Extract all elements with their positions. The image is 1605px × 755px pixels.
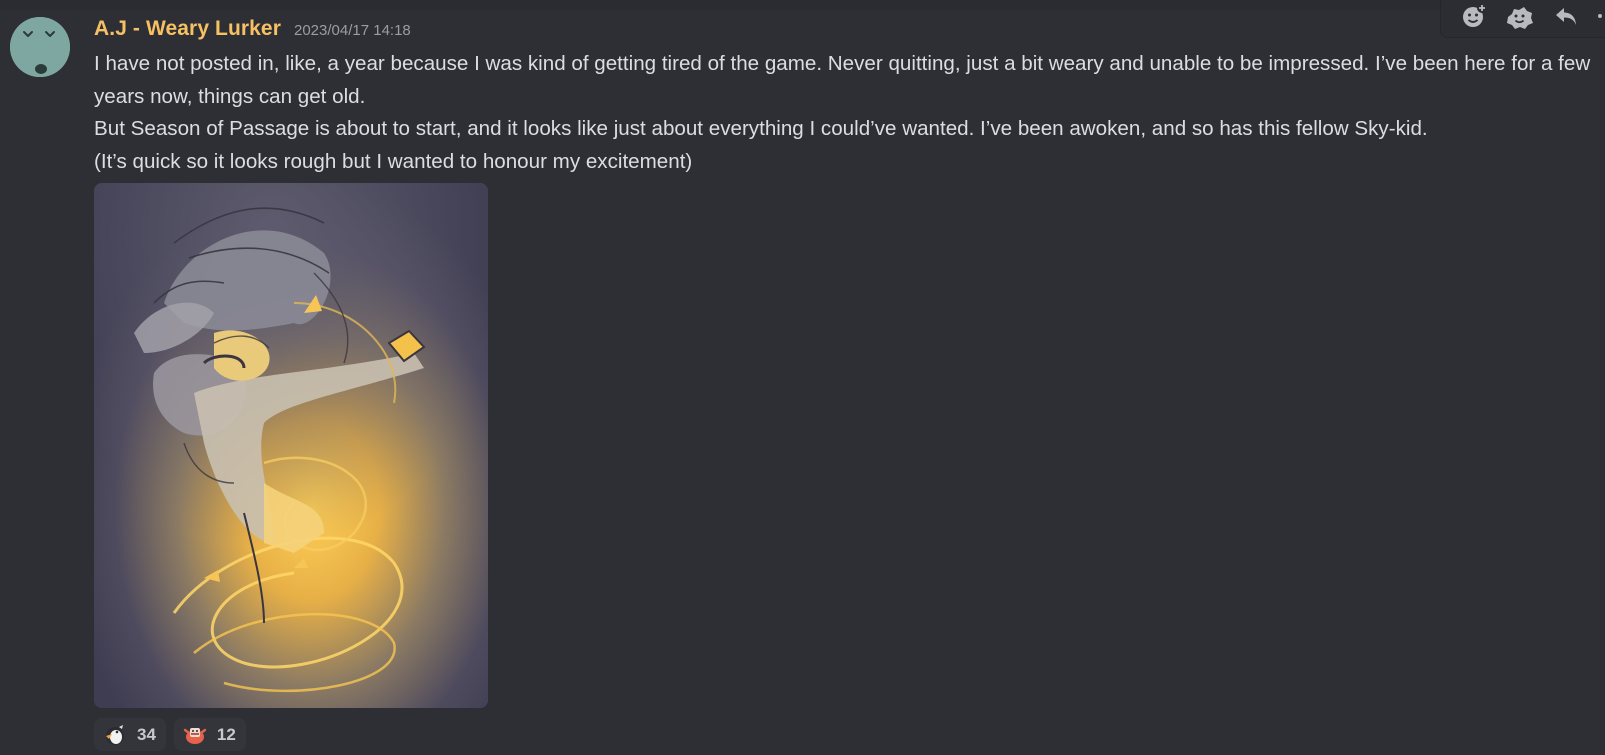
crab-emoji-icon — [183, 727, 207, 744]
add-reaction-button[interactable] — [1451, 0, 1497, 34]
add-reaction-icon — [1463, 3, 1487, 27]
message-actions-toolbar — [1440, 0, 1605, 38]
super-reaction-icon — [1507, 7, 1533, 29]
message-header: A.J - Weary Lurker 2023/04/17 14:18 — [94, 17, 411, 47]
avatar[interactable] — [10, 17, 70, 77]
timestamp[interactable]: 2023/04/17 14:18 — [294, 22, 411, 39]
reply-button[interactable] — [1543, 0, 1589, 34]
artwork-image — [94, 183, 488, 708]
reply-icon — [1556, 8, 1576, 25]
username[interactable]: A.J - Weary Lurker — [94, 17, 281, 41]
penguin-emoji-icon — [106, 724, 124, 745]
more-button[interactable] — [1589, 0, 1605, 34]
image-attachment[interactable] — [94, 183, 488, 708]
avatar-face-icon — [10, 17, 70, 77]
reactions-bar: 34 12 — [94, 718, 246, 751]
reaction-penguin[interactable]: 34 — [94, 718, 166, 751]
message-line: But Season of Passage is about to start,… — [94, 117, 1428, 140]
reaction-crab[interactable]: 12 — [173, 718, 246, 751]
message-line: (It’s quick so it looks rough but I want… — [94, 149, 693, 173]
chat-message: A.J - Weary Lurker 2023/04/17 14:18 I ha… — [0, 0, 1605, 755]
message-content: I have not posted in, like, a year becau… — [94, 48, 1594, 178]
more-icon — [1598, 14, 1602, 18]
reaction-count: 34 — [137, 724, 156, 744]
message-line: I have not posted in, like, a year becau… — [94, 52, 1591, 108]
super-reaction-button[interactable] — [1497, 0, 1543, 34]
reaction-count: 12 — [216, 724, 236, 744]
